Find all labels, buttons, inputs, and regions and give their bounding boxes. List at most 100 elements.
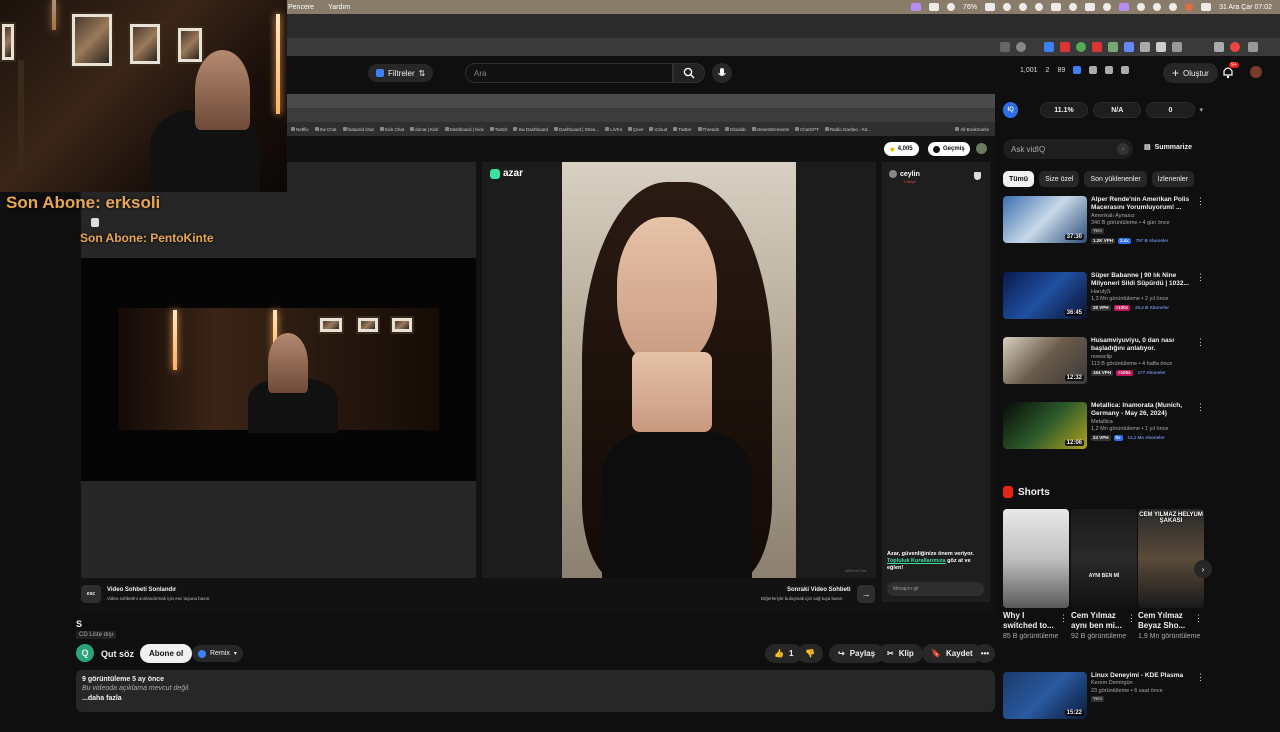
- more-vert-icon[interactable]: ⋮: [1127, 613, 1136, 624]
- more-vert-icon[interactable]: ⋮: [1196, 337, 1205, 348]
- video-title[interactable]: Alper Rende'nin Amerikan Polis Macerasın…: [1091, 196, 1199, 213]
- grid-icon[interactable]: [1121, 66, 1130, 74]
- extension-green-icon[interactable]: [1076, 42, 1086, 52]
- search-button[interactable]: [673, 63, 705, 83]
- ask-vidiq-input[interactable]: Ask vidIQ ›: [1003, 139, 1133, 159]
- chip-for-you[interactable]: Size özel: [1039, 171, 1080, 187]
- lock-icon[interactable]: [1137, 3, 1146, 11]
- extension-shield-icon[interactable]: [1140, 42, 1150, 52]
- video-title[interactable]: Linux Deneyimi - KDE Plasma: [1091, 672, 1199, 680]
- wifi-icon[interactable]: [1153, 3, 1162, 11]
- shield-icon[interactable]: [974, 172, 981, 180]
- browser-tab-bar[interactable]: [287, 14, 1280, 38]
- bluetooth-icon[interactable]: [1019, 3, 1028, 11]
- teams-icon[interactable]: [1119, 3, 1130, 11]
- summarize-button[interactable]: ▤ Summarize: [1144, 143, 1192, 152]
- channel-name[interactable]: Amerikalı Aynasız: [1091, 213, 1199, 220]
- extension-record-icon[interactable]: [1060, 42, 1070, 52]
- create-button[interactable]: + Oluştur: [1163, 63, 1218, 83]
- short-item[interactable]: Why I switched to... 85 B görüntüleme ⋮: [1003, 509, 1069, 641]
- menu-lines-icon[interactable]: [1214, 42, 1224, 52]
- more-vert-icon[interactable]: ⋮: [1196, 196, 1205, 207]
- channel-name[interactable]: nowsclip: [1091, 354, 1199, 361]
- cast-icon[interactable]: [1000, 42, 1010, 52]
- keyboard-icon[interactable]: [1085, 3, 1096, 11]
- short-title[interactable]: Cem Yılmaz Beyaz Sho...: [1138, 611, 1193, 632]
- search-icon[interactable]: [1169, 3, 1178, 11]
- extension-vidiq-icon[interactable]: [1044, 42, 1054, 52]
- focus-icon[interactable]: [1003, 3, 1012, 11]
- volume-icon[interactable]: [1069, 3, 1078, 11]
- short-title[interactable]: Cem Yılmaz aynı ben mi...: [1071, 611, 1126, 632]
- desc-more[interactable]: ...daha fazla: [82, 695, 989, 702]
- control-center-icon[interactable]: [1201, 3, 1212, 11]
- remix-button[interactable]: Remix ▾: [192, 645, 243, 662]
- puzzle-icon[interactable]: [1172, 42, 1182, 52]
- recommendation-item[interactable]: 15:22 Linux Deneyimi - KDE Plasma Kerem …: [1003, 672, 1208, 732]
- more-vert-icon[interactable]: ⋮: [1196, 272, 1205, 283]
- music-icon[interactable]: [1103, 3, 1112, 11]
- more-vert-icon[interactable]: ⋮: [1059, 613, 1068, 624]
- short-thumbnail[interactable]: [1003, 509, 1069, 608]
- video-thumbnail[interactable]: 12:32: [1003, 337, 1087, 384]
- extension-shield2-icon[interactable]: [1156, 42, 1166, 52]
- screen-record-icon[interactable]: [911, 3, 922, 11]
- video-thumbnail[interactable]: 36:45: [1003, 272, 1087, 319]
- channel-name[interactable]: Qut söz: [101, 649, 134, 659]
- extension-leaf-icon[interactable]: [1108, 42, 1118, 52]
- more-vert-icon[interactable]: [1248, 42, 1258, 52]
- notifications-button[interactable]: 9+: [1222, 62, 1239, 80]
- short-title[interactable]: Why I switched to...: [1003, 611, 1058, 632]
- recommendation-item[interactable]: 36:45 Süper Babanne | 90 lık Nine Milyon…: [1003, 272, 1208, 332]
- chip-recent[interactable]: Son yüklenenler: [1084, 171, 1147, 187]
- extension-red-icon[interactable]: [1092, 42, 1102, 52]
- chevron-down-icon[interactable]: ▾: [1200, 106, 1204, 114]
- menu-yardim[interactable]: Yardım: [328, 4, 350, 11]
- short-thumbnail[interactable]: CEM YILMAZ HELYUM ŞAKASI: [1138, 509, 1204, 608]
- settings-icon[interactable]: [1035, 3, 1044, 11]
- subscribe-button[interactable]: Abone ol: [140, 644, 193, 663]
- description-box[interactable]: 9 görüntüleme 5 ay önce Bu videoda açıkl…: [76, 670, 995, 712]
- channel-name[interactable]: HarulyS: [1091, 289, 1199, 296]
- search-input[interactable]: Ara: [465, 63, 673, 83]
- channel-avatar[interactable]: Q: [76, 644, 94, 662]
- battery-icon[interactable]: [985, 3, 996, 11]
- channel-name[interactable]: Metallica: [1091, 419, 1199, 426]
- video-title[interactable]: Süper Babanne | 90 lık Nine Milyoneri Si…: [1091, 272, 1199, 289]
- user-icon[interactable]: [1185, 3, 1194, 11]
- more-vert-icon[interactable]: ⋮: [1196, 402, 1205, 413]
- more-actions-button[interactable]: •••: [975, 644, 995, 663]
- chevron-right-icon[interactable]: ›: [1117, 143, 1129, 155]
- short-item[interactable]: AYNI BEN Mİ Cem Yılmaz aynı ben mi... 92…: [1071, 509, 1137, 641]
- recommendation-item[interactable]: 12:32 Husamviyuviyu, 0 dan nası başladığ…: [1003, 337, 1208, 397]
- save-button[interactable]: 🔖 Kaydet: [922, 644, 982, 663]
- menu-pencere[interactable]: Pencere: [288, 4, 314, 11]
- short-thumbnail[interactable]: AYNI BEN Mİ: [1071, 509, 1137, 608]
- chevron-right-icon[interactable]: ›: [1194, 560, 1212, 578]
- recommendation-item[interactable]: 37:30 Alper Rende'nin Amerikan Polis Mac…: [1003, 196, 1208, 256]
- network-icon[interactable]: [1051, 3, 1062, 11]
- clip-button[interactable]: ✂ Klip: [878, 644, 923, 663]
- tools-icon[interactable]: [1089, 66, 1098, 74]
- profile-icon[interactable]: [1230, 42, 1240, 52]
- video-thumbnail[interactable]: 12:06: [1003, 402, 1087, 449]
- account-avatar[interactable]: [1250, 66, 1262, 78]
- channel-name[interactable]: Kerem Demirgün: [1091, 680, 1199, 687]
- recommendation-item[interactable]: 12:06 Metallica: Inamorata (Munich, Germ…: [1003, 402, 1208, 462]
- video-title[interactable]: Metallica: Inamorata (Munich, Germany - …: [1091, 402, 1199, 419]
- more-vert-icon[interactable]: ⋮: [1194, 613, 1203, 624]
- chip-all[interactable]: Tümü: [1003, 171, 1035, 187]
- more-vert-icon[interactable]: ⋮: [1196, 672, 1205, 683]
- voice-search-button[interactable]: [712, 63, 732, 83]
- display-icon[interactable]: [929, 3, 940, 11]
- chip-watched[interactable]: İzlenenler: [1151, 171, 1195, 187]
- video-title[interactable]: Husamviyuviyu, 0 dan nası başladığını an…: [1091, 337, 1199, 354]
- vpn-icon[interactable]: [947, 3, 956, 11]
- bulb-icon[interactable]: [1105, 66, 1114, 74]
- short-item[interactable]: CEM YILMAZ HELYUM ŞAKASI Cem Yılmaz Beya…: [1138, 509, 1204, 641]
- dislike-button[interactable]: 👎: [797, 644, 823, 663]
- vidiq-icon[interactable]: [1073, 66, 1082, 74]
- extension-blue-icon[interactable]: [1124, 42, 1134, 52]
- video-thumbnail[interactable]: 37:30: [1003, 196, 1087, 243]
- vidiq-logo[interactable]: IQ: [1003, 102, 1019, 118]
